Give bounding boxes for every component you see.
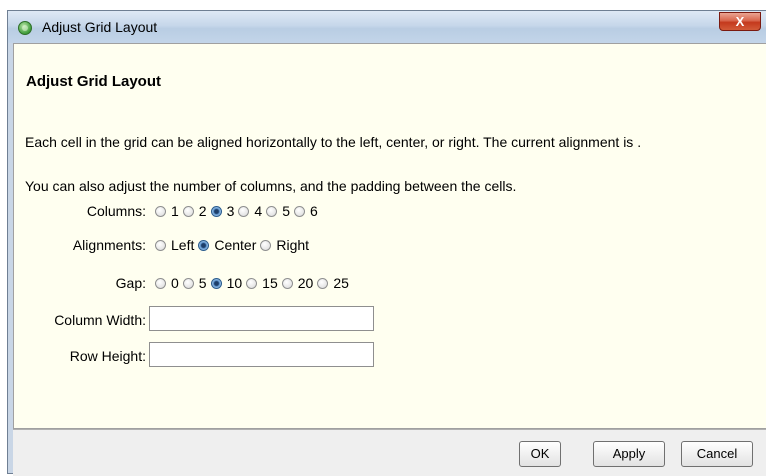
row-height-field[interactable] xyxy=(149,342,374,367)
radio-button[interactable] xyxy=(182,277,194,289)
radio-label: 15 xyxy=(262,275,278,291)
ok-button[interactable]: OK xyxy=(519,441,561,467)
radio-button[interactable] xyxy=(210,277,222,289)
column-width-field[interactable] xyxy=(149,306,374,331)
title-bar[interactable]: Adjust Grid Layout X xyxy=(8,11,766,43)
radio-label: 4 xyxy=(254,203,263,219)
columns-option-1[interactable]: 1 xyxy=(155,203,179,219)
app-icon xyxy=(18,21,32,35)
columns-option-3[interactable]: 3 xyxy=(210,203,235,219)
columns-option-4[interactable]: 4 xyxy=(238,203,262,219)
gap-option-25[interactable]: 25 xyxy=(317,275,349,291)
alignments-option-right[interactable]: Right xyxy=(260,237,309,253)
radio-button[interactable] xyxy=(198,239,210,251)
columns-option-6[interactable]: 6 xyxy=(293,203,318,219)
dialog-content xyxy=(13,43,766,429)
gap-option-10[interactable]: 10 xyxy=(210,275,243,291)
radio-button[interactable] xyxy=(281,277,293,289)
alignments-label: Alignments: xyxy=(72,237,146,253)
cancel-button[interactable]: Cancel xyxy=(681,441,753,467)
alignment-description: Each cell in the grid can be aligned hor… xyxy=(25,134,642,150)
radio-label: Left xyxy=(171,237,195,253)
radio-button[interactable] xyxy=(246,277,258,289)
radio-label: Right xyxy=(276,237,310,253)
radio-label: 20 xyxy=(297,275,314,291)
gap-label: Gap: xyxy=(115,275,146,291)
columns-option-2[interactable]: 2 xyxy=(182,203,207,219)
columns-option-5[interactable]: 5 xyxy=(266,203,290,219)
radio-button[interactable] xyxy=(155,205,166,217)
gap-option-0[interactable]: 0 xyxy=(155,275,179,291)
window-title: Adjust Grid Layout xyxy=(42,19,158,35)
radio-label: 0 xyxy=(171,275,179,291)
radio-button[interactable] xyxy=(266,205,278,217)
radio-button[interactable] xyxy=(155,277,166,289)
radio-button[interactable] xyxy=(238,205,250,217)
alignments-option-center[interactable]: Center xyxy=(198,237,256,253)
columns-label: Columns: xyxy=(86,203,146,219)
alignments-radio-group: Left Center Right xyxy=(155,237,313,253)
radio-button[interactable] xyxy=(293,205,305,217)
radio-button[interactable] xyxy=(260,239,272,251)
radio-label: 10 xyxy=(226,275,243,291)
gap-option-15[interactable]: 15 xyxy=(246,275,278,291)
radio-label: 1 xyxy=(171,203,179,219)
apply-button[interactable]: Apply xyxy=(593,441,665,467)
gap-radio-group: 0 5 10 15 20 25 xyxy=(155,275,353,291)
radio-button[interactable] xyxy=(210,205,222,217)
dialog-heading: Adjust Grid Layout xyxy=(26,73,161,90)
gap-option-5[interactable]: 5 xyxy=(182,275,207,291)
alignments-option-left[interactable]: Left xyxy=(155,237,194,253)
radio-label: 25 xyxy=(333,275,349,291)
close-button[interactable]: X xyxy=(719,12,761,31)
radio-label: 2 xyxy=(198,203,207,219)
row-height-label: Row Height: xyxy=(69,348,146,364)
radio-label: 5 xyxy=(282,203,290,219)
adjust-description: You can also adjust the number of column… xyxy=(25,178,517,194)
radio-label: 5 xyxy=(198,275,207,291)
radio-button[interactable] xyxy=(317,277,329,289)
radio-label: 3 xyxy=(226,203,235,219)
radio-button[interactable] xyxy=(155,239,166,251)
column-width-label: Column Width: xyxy=(54,312,146,328)
radio-label: 6 xyxy=(309,203,318,219)
radio-button[interactable] xyxy=(182,205,194,217)
columns-radio-group: 1 2 3 4 5 6 xyxy=(155,203,322,219)
button-bar: OK Apply Cancel xyxy=(13,429,766,476)
gap-option-20[interactable]: 20 xyxy=(281,275,314,291)
radio-label: Center xyxy=(214,237,257,253)
